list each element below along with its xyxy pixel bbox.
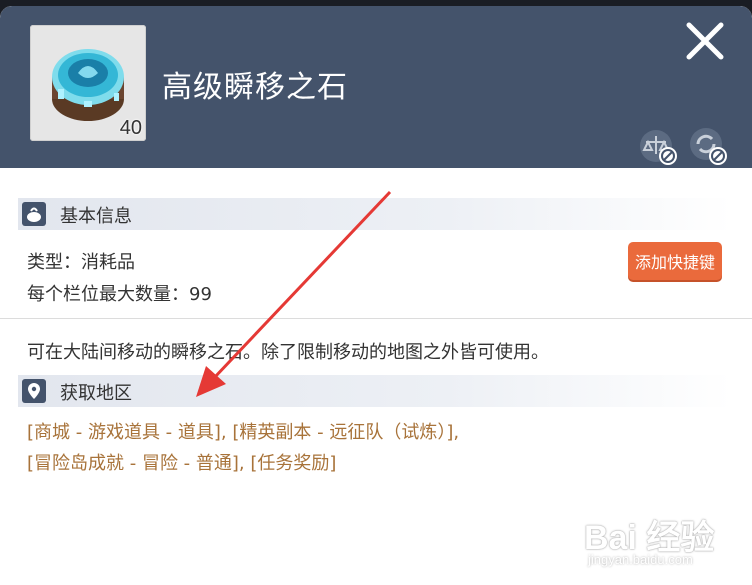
separator: , — [453, 422, 460, 443]
bag-icon — [22, 202, 46, 226]
acquire-line-2: [冒险岛成就 - 冒险 - 普通], [任务奖励] — [27, 449, 336, 475]
separator: , — [238, 453, 251, 474]
source-link-expedition[interactable]: [精英副本 - 远征队（试炼）] — [232, 422, 453, 443]
add-hotkey-button[interactable]: 添加快捷键 — [628, 242, 722, 280]
basic-info-header: 基本信息 — [18, 198, 732, 230]
basic-info-title: 基本信息 — [60, 206, 132, 227]
acquire-line-1: [商城 - 游戏道具 - 道具], [精英副本 - 远征队（试炼）], — [27, 418, 459, 444]
location-pin-icon — [22, 379, 46, 403]
item-count: 40 — [119, 117, 142, 139]
item-description: 可在大陆间移动的瞬移之石。除了限制移动的地图之外皆可使用。 — [27, 342, 549, 363]
acquire-header: 获取地区 — [18, 375, 732, 407]
separator: , — [220, 422, 233, 443]
scale-disabled-icon[interactable] — [638, 128, 682, 168]
item-slot: 40 — [30, 25, 146, 141]
close-icon — [686, 22, 724, 60]
source-link-achievement[interactable]: [冒险岛成就 - 冒险 - 普通] — [27, 453, 239, 474]
baidu-watermark: Bai 经验 jingyan.baidu.com — [584, 506, 744, 576]
item-detail-panel: 40 高级瞬移之石 基本信息 类型：消耗品 每个栏位最大数量：99 添加快捷键 … — [0, 6, 752, 585]
item-title: 高级瞬移之石 — [162, 70, 348, 105]
close-button[interactable] — [684, 20, 726, 62]
source-link-quest-reward[interactable]: [任务奖励] — [250, 453, 336, 474]
teleport-stone-icon — [52, 49, 124, 121]
watermark-url: jingyan.baidu.com — [588, 552, 693, 567]
divider — [0, 318, 752, 319]
item-header: 40 高级瞬移之石 — [0, 6, 752, 168]
max-stack: 每个栏位最大数量：99 — [27, 284, 212, 305]
acquire-title: 获取地区 — [60, 383, 132, 404]
item-type: 类型：消耗品 — [27, 252, 135, 273]
source-link-shop[interactable]: [商城 - 游戏道具 - 道具] — [27, 422, 221, 443]
recycle-disabled-icon[interactable] — [688, 126, 732, 170]
